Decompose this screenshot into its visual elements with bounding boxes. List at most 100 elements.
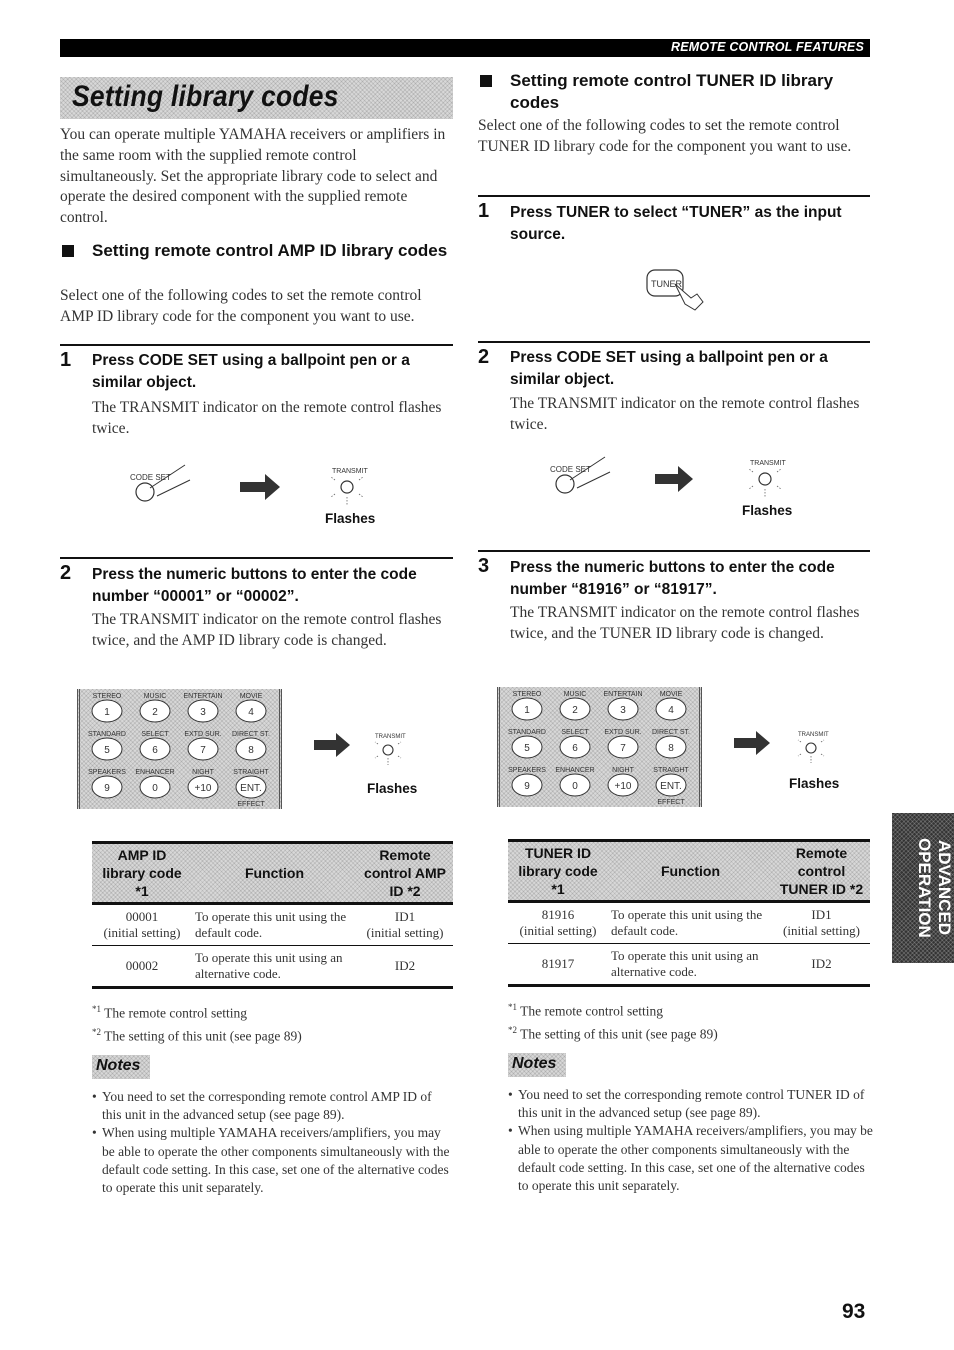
note-item: You need to set the corresponding remote…	[508, 1086, 873, 1122]
keypad-key-label: 5	[104, 745, 110, 756]
keypad-key-label: 1	[104, 707, 110, 718]
keypad-key-label: ENT.	[660, 781, 682, 792]
keypad-label: MUSIC	[144, 693, 167, 700]
intro-paragraph: You can operate multiple YAMAHA receiver…	[60, 126, 446, 227]
amp-id-code-table: AMP ID library code *1 Function Remote c…	[92, 841, 453, 989]
footnote: *2 The setting of this unit (see page 89…	[92, 1026, 302, 1044]
pointing-hand-icon	[674, 283, 704, 311]
divider	[478, 550, 870, 552]
code-cell: 81917	[541, 956, 575, 971]
keypad-key-label: 1	[524, 705, 530, 716]
amp-notes: You need to set the corresponding remote…	[92, 1088, 454, 1197]
flashes-caption: Flashes	[789, 776, 840, 791]
amp-section-heading: Setting remote control AMP ID library co…	[60, 240, 453, 262]
col-header-id: Remote control AMP ID *2	[364, 847, 446, 899]
col-header-code: AMP ID library code *1	[102, 847, 182, 899]
table-header-row: AMP ID library code *1 Function Remote c…	[92, 842, 453, 904]
square-bullet-icon	[62, 245, 74, 257]
keypad-svg: STEREO 1 MUSIC 2 ENTERTAIN 3 MOVIE 4 STANDARD 5 SE…	[88, 693, 270, 808]
keypad-key-label: 9	[104, 783, 110, 794]
note-item: You need to set the corresponding remote…	[92, 1088, 454, 1124]
keypad-key-label: 6	[152, 745, 158, 756]
keypad-label: SPEAKERS	[508, 767, 546, 774]
id-cell: ID1 (initial setting)	[366, 909, 444, 940]
svg-text:CODE SET: CODE SET	[550, 465, 591, 474]
divider	[478, 195, 870, 197]
notes-label: Notes	[508, 1053, 566, 1077]
side-tab-label: ADVANCED OPERATION	[915, 838, 954, 938]
keypad-label: MOVIE	[240, 693, 263, 700]
function-cell: To operate this unit using the default c…	[195, 909, 347, 940]
transmit-illustration: TRANSMIT	[314, 733, 406, 765]
flashes-caption: Flashes	[367, 781, 418, 796]
keypad-key-label: 4	[668, 705, 674, 716]
keypad-label: ENTERTAIN	[603, 691, 642, 698]
chapter-side-tab[interactable]: ADVANCED OPERATION	[892, 813, 954, 963]
notes-label: Notes	[92, 1055, 150, 1079]
tuner-description: Select one of the following codes to set…	[478, 117, 852, 155]
keypad-key-label: 8	[668, 743, 674, 754]
keypad-key-label: 2	[572, 705, 578, 716]
step-text: The TRANSMIT indicator on the remote con…	[510, 395, 860, 433]
step-title: Press the numeric buttons to enter the c…	[92, 566, 417, 605]
keypad-key-label: +10	[195, 783, 212, 794]
svg-text:TRANSMIT: TRANSMIT	[798, 732, 829, 738]
step-number: 1	[60, 349, 72, 371]
page-title: Setting library codes	[72, 80, 339, 113]
keypad-key-label: 8	[248, 745, 254, 756]
table-row: 81917 To operate this unit using an alte…	[508, 944, 870, 986]
tuner-heading-text: Setting remote control TUNER ID library …	[510, 71, 834, 112]
divider	[478, 341, 870, 343]
keypad-key-label: 2	[152, 707, 158, 718]
keypad-label: ENHANCER	[555, 767, 594, 774]
svg-text:TRANSMIT: TRANSMIT	[750, 460, 787, 467]
keypad-label: DIRECT ST.	[652, 729, 690, 736]
arrow-right-icon	[734, 731, 770, 755]
arrow-right-icon	[655, 466, 693, 492]
table-header-row: TUNER ID library code *1 Function Remote…	[508, 840, 870, 902]
keypad-key-label: +10	[615, 781, 632, 792]
keypad-label: SPEAKERS	[88, 769, 126, 776]
keypad-label: STRAIGHT	[233, 769, 269, 776]
keypad-effect-label: EFFECT	[237, 801, 265, 808]
step-text: The TRANSMIT indicator on the remote con…	[92, 611, 442, 649]
keypad-label: NIGHT	[192, 769, 215, 776]
function-cell: To operate this unit using an alternativ…	[611, 948, 759, 979]
keypad-label: STRAIGHT	[653, 767, 689, 774]
step-number: 1	[478, 200, 490, 222]
flashes-caption: Flashes	[325, 511, 376, 526]
numeric-keypad-illustration: STEREO 1 MUSIC 2 ENTERTAIN 3 MOVIE 4 STANDARD 5 SE…	[497, 687, 702, 807]
keypad-label: STANDARD	[88, 731, 126, 738]
col-header-code: TUNER ID library code *1	[518, 845, 598, 897]
step-number: 2	[60, 562, 72, 584]
table-row: 00001 (initial setting) To operate this u…	[92, 904, 453, 946]
arrow-right-icon	[240, 474, 280, 500]
col-header-id: Remote control TUNER ID *2	[779, 845, 864, 897]
flashes-caption: Flashes	[742, 503, 793, 518]
square-bullet-icon	[480, 75, 492, 87]
transmit-indicator-icon: TRANSMIT	[797, 732, 829, 763]
keypad-key-label: 9	[524, 781, 530, 792]
footnote: *1 The remote control setting	[92, 1004, 247, 1021]
code-cell: 00001 (initial setting)	[103, 909, 181, 940]
divider	[60, 557, 453, 559]
step-text: The TRANSMIT indicator on the remote con…	[510, 604, 860, 642]
keypad-effect-label: EFFECT	[657, 799, 685, 806]
id-cell: ID1 (initial setting)	[783, 907, 860, 938]
tuner-footnotes: *1 The remote control setting *2 The set…	[508, 998, 870, 1043]
keypad-label: STEREO	[513, 691, 542, 698]
code-set-label: CODE SET	[130, 473, 171, 482]
transmit-indicator-icon: TRANSMIT	[748, 460, 787, 498]
table-row: 81916 (initial setting) To operate this u…	[508, 902, 870, 944]
amp-heading-text: Setting remote control AMP ID library co…	[92, 241, 448, 260]
code-cell: 00002	[125, 958, 159, 973]
divider	[60, 344, 453, 346]
header-bar: REMOTE CONTROL FEATURES	[60, 39, 870, 57]
code-set-illustration: CODE SET TRANSMIT	[550, 456, 787, 498]
keypad-label: NIGHT	[612, 767, 635, 774]
keypad-label: MOVIE	[660, 691, 683, 698]
code-set-button-icon: CODE SET	[550, 456, 611, 494]
transmit-indicator-icon: TRANSMIT	[374, 734, 406, 765]
step-title: Press the numeric buttons to enter the c…	[510, 559, 835, 598]
amp-description: Select one of the following codes to set…	[60, 287, 422, 325]
